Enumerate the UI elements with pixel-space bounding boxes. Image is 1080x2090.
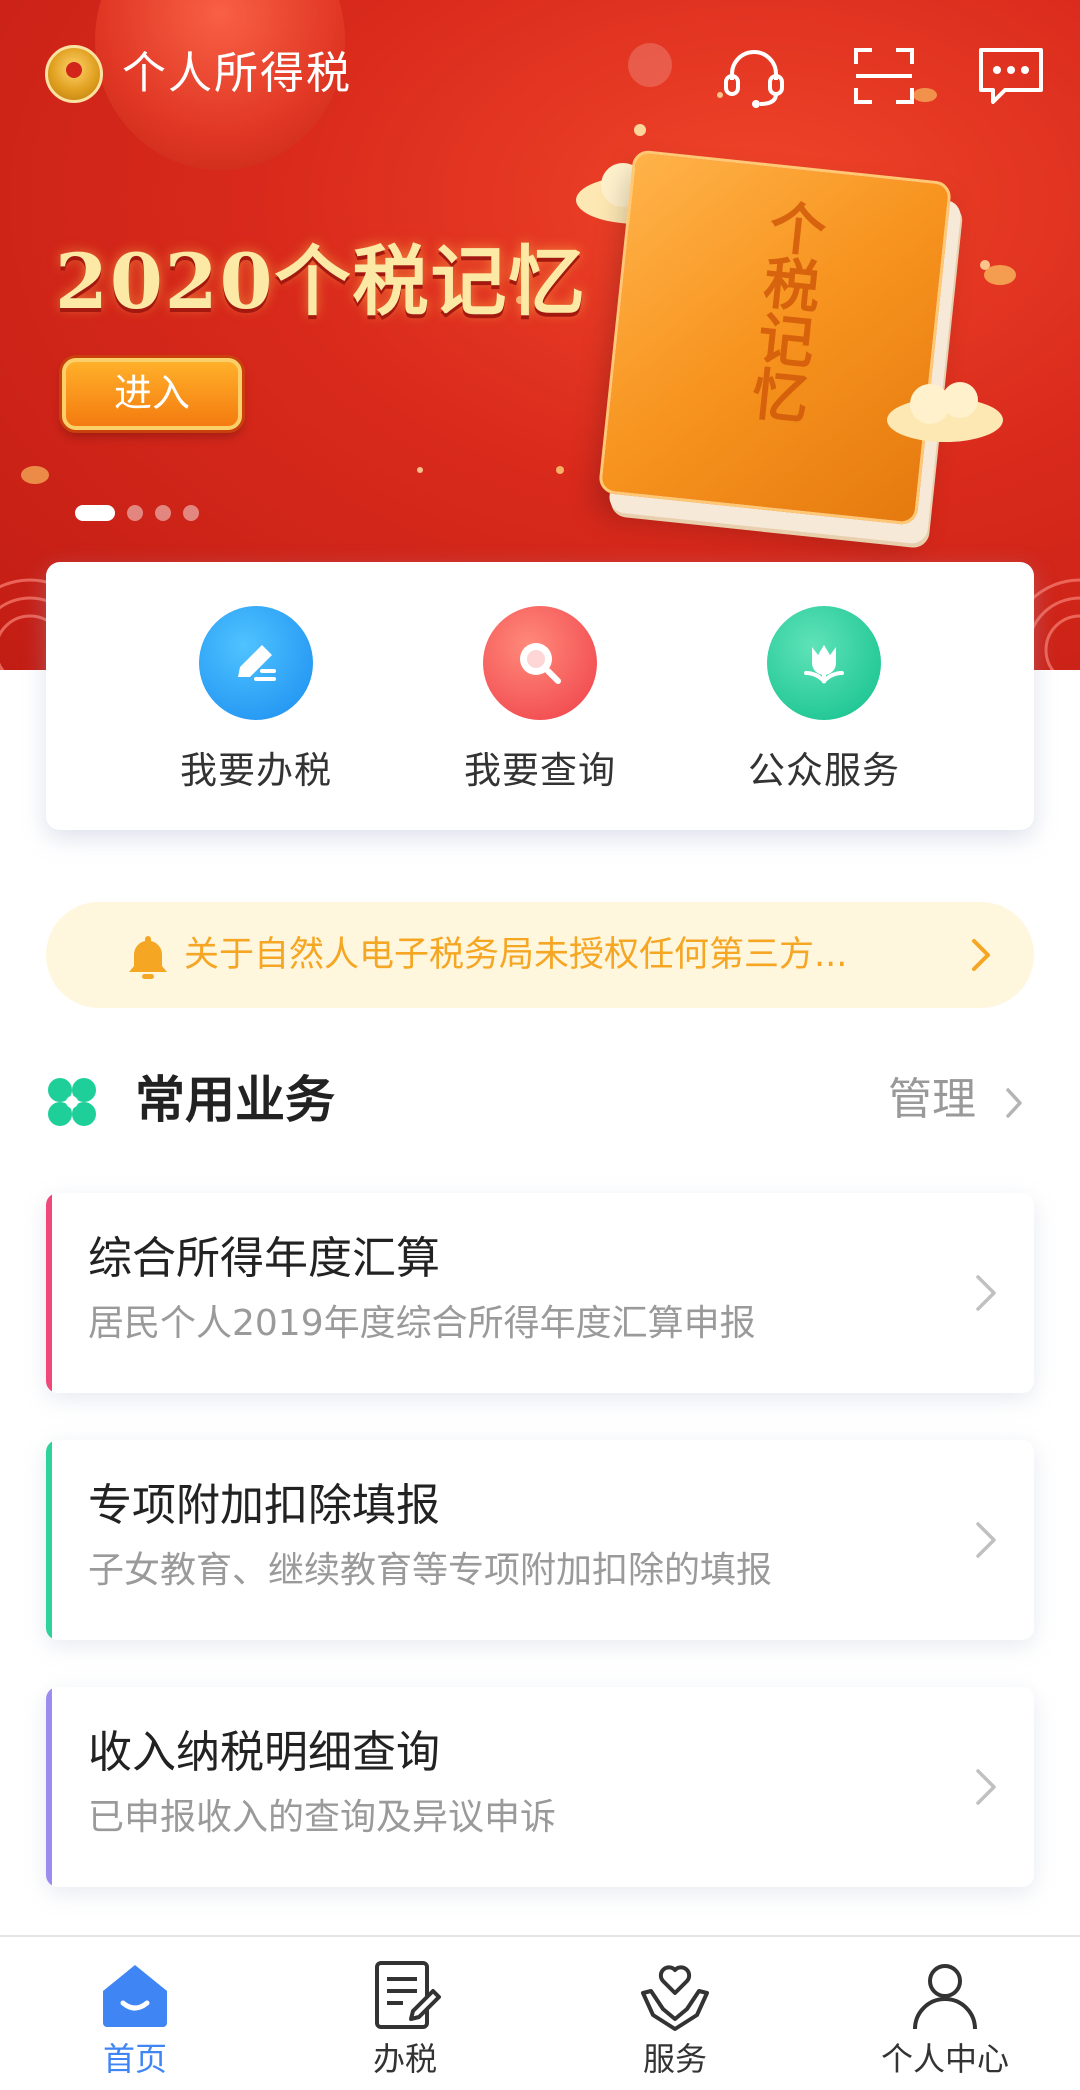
heart-hands-icon <box>641 1965 709 2031</box>
card-accent <box>46 1440 52 1640</box>
chevron-right-icon <box>972 939 990 971</box>
nav-label: 服务 <box>642 2040 707 2078</box>
enter-button[interactable]: 进入 <box>62 358 242 430</box>
service-card-annual-settlement[interactable]: 综合所得年度汇算 居民个人2019年度综合所得年度汇算申报 <box>46 1193 1034 1393</box>
bottom-navigation: 首页 办税 服务 个人中心 <box>0 1935 1080 2090</box>
quick-action-query[interactable]: 我要查询 <box>390 606 690 794</box>
carousel-dot-active[interactable] <box>75 505 115 521</box>
carousel-indicator[interactable] <box>75 505 199 521</box>
nav-tax[interactable]: 办税 <box>270 1937 540 2090</box>
cloud-decoration <box>887 382 1003 442</box>
quick-action-label: 我要办税 <box>180 749 332 792</box>
quick-actions-card: 我要办税 我要查询 公众服务 <box>46 562 1034 830</box>
book-illustration: 个税记忆 <box>597 149 953 526</box>
service-card-special-deduction[interactable]: 专项附加扣除填报 子女教育、继续教育等专项附加扣除的填报 <box>46 1440 1034 1640</box>
service-description: 已申报收入的查询及异议申诉 <box>88 1797 557 1838</box>
message-icon[interactable] <box>975 40 1047 112</box>
chevron-right-icon <box>976 1522 996 1558</box>
quick-action-tax-filing[interactable]: 我要办税 <box>106 606 406 794</box>
nav-label: 首页 <box>102 2040 167 2078</box>
top-bar: 个人所得税 <box>0 0 1080 160</box>
tax-emblem-icon <box>45 45 103 103</box>
carousel-dot[interactable] <box>155 505 171 521</box>
nav-service[interactable]: 服务 <box>540 1937 810 2090</box>
quick-action-public-service[interactable]: 公众服务 <box>674 606 974 794</box>
headset-icon[interactable] <box>718 40 790 112</box>
chevron-right-icon <box>976 1275 996 1311</box>
service-title: 收入纳税明细查询 <box>88 1727 440 1778</box>
chevron-right-icon <box>976 1769 996 1805</box>
common-services-header: 常用业务 管理 <box>0 1060 1080 1140</box>
section-title: 常用业务 <box>135 1071 335 1129</box>
search-icon <box>483 606 597 720</box>
tulip-icon <box>767 606 881 720</box>
bell-icon <box>129 936 167 979</box>
service-description: 子女教育、继续教育等专项附加扣除的填报 <box>88 1550 773 1591</box>
home-icon <box>103 1965 167 2027</box>
app-title: 个人所得税 <box>122 48 352 99</box>
card-accent <box>46 1193 52 1393</box>
manage-link[interactable]: 管理 <box>888 1068 976 1132</box>
scan-icon[interactable] <box>848 40 920 112</box>
clover-icon <box>48 1078 96 1126</box>
nav-label: 办税 <box>372 2040 437 2078</box>
service-description: 居民个人2019年度综合所得年度汇算申报 <box>88 1303 756 1344</box>
chevron-right-icon[interactable] <box>1002 1084 1028 1122</box>
service-card-income-query[interactable]: 收入纳税明细查询 已申报收入的查询及异议申诉 <box>46 1687 1034 1887</box>
notice-text: 关于自然人电子税务局未授权任何第三方... <box>184 935 848 975</box>
notice-bar[interactable]: 关于自然人电子税务局未授权任何第三方... <box>46 902 1034 1008</box>
edit-icon <box>199 606 313 720</box>
card-accent <box>46 1687 52 1887</box>
nav-profile[interactable]: 个人中心 <box>810 1937 1080 2090</box>
carousel-dot[interactable] <box>127 505 143 521</box>
nav-label: 个人中心 <box>880 2040 1009 2078</box>
book-title: 个税记忆 <box>740 196 830 426</box>
quick-action-label: 公众服务 <box>748 749 900 792</box>
nav-home[interactable]: 首页 <box>0 1937 270 2090</box>
user-icon <box>913 1964 977 2030</box>
service-title: 综合所得年度汇算 <box>88 1233 440 1284</box>
document-edit-icon <box>375 1961 441 2029</box>
carousel-dot[interactable] <box>183 505 199 521</box>
service-title: 专项附加扣除填报 <box>88 1480 440 1531</box>
quick-action-label: 我要查询 <box>464 749 616 792</box>
banner-heading: 2020个税记忆 <box>55 237 587 326</box>
